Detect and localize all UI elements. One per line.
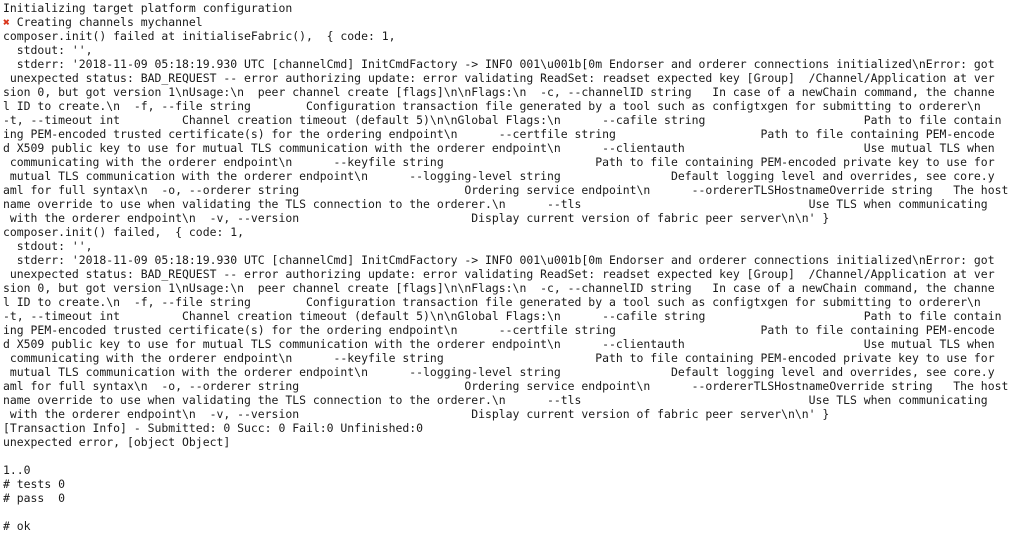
terminal-line: mutual TLS communication with the ordere… <box>3 169 1016 183</box>
terminal-line-text: unexpected error, [object Object] <box>3 435 231 449</box>
terminal-line: sion 0, but got version 1\nUsage:\n peer… <box>3 85 1016 99</box>
terminal-line-text: composer.init() failed at initialiseFabr… <box>3 29 396 43</box>
terminal-line-text: stdout: '', <box>3 239 93 253</box>
terminal-line: ing PEM-encoded trusted certificate(s) f… <box>3 127 1016 141</box>
terminal-line-text: l ID to create.\n -f, --file string Conf… <box>3 99 981 113</box>
terminal-line-text: d X509 public key to use for mutual TLS … <box>3 337 995 351</box>
terminal-line-text: -t, --timeout int Channel creation timeo… <box>3 113 1002 127</box>
terminal-line-text: 1..0 <box>3 463 31 477</box>
terminal-line-text: communicating with the orderer endpoint\… <box>3 155 995 169</box>
terminal-line-text: stdout: '', <box>3 43 93 57</box>
terminal-line-text: Initializing target platform configurati… <box>3 1 293 15</box>
terminal-line: with the orderer endpoint\n -v, --versio… <box>3 211 1016 225</box>
terminal-line-text: Creating channels mychannel <box>9 15 203 29</box>
terminal-line-text: # tests 0 <box>3 477 65 491</box>
terminal-line-text: [Transaction Info] - Submitted: 0 Succ: … <box>3 421 424 435</box>
terminal-line: # pass 0 <box>3 491 1016 505</box>
terminal-line-text: with the orderer endpoint\n -v, --versio… <box>3 407 830 421</box>
terminal-line: # ok <box>3 519 1016 533</box>
terminal-line: stderr: '2018-11-09 05:18:19.930 UTC [ch… <box>3 57 1016 71</box>
terminal-line: d X509 public key to use for mutual TLS … <box>3 337 1016 351</box>
terminal-line: communicating with the orderer endpoint\… <box>3 155 1016 169</box>
terminal-line-text: communicating with the orderer endpoint\… <box>3 351 995 365</box>
terminal-line-text: # ok <box>3 519 31 533</box>
terminal-line-text: aml for full syntax\n -o, --orderer stri… <box>3 379 1009 393</box>
terminal-line-text: l ID to create.\n -f, --file string Conf… <box>3 295 981 309</box>
terminal-line: d X509 public key to use for mutual TLS … <box>3 141 1016 155</box>
terminal-line: unexpected status: BAD_REQUEST -- error … <box>3 267 1016 281</box>
terminal-line: composer.init() failed, { code: 1, <box>3 225 1016 239</box>
terminal-line-text: with the orderer endpoint\n -v, --versio… <box>3 211 830 225</box>
terminal-line-text: ing PEM-encoded trusted certificate(s) f… <box>3 323 995 337</box>
terminal-line: ✖ Creating channels mychannel <box>3 15 1016 29</box>
terminal-line: with the orderer endpoint\n -v, --versio… <box>3 407 1016 421</box>
terminal-output[interactable]: Initializing target platform configurati… <box>0 0 1016 536</box>
terminal-line: l ID to create.\n -f, --file string Conf… <box>3 295 1016 309</box>
terminal-line: stdout: '', <box>3 43 1016 57</box>
terminal-line-text: stderr: '2018-11-09 05:18:19.930 UTC [ch… <box>3 57 995 71</box>
terminal-line: aml for full syntax\n -o, --orderer stri… <box>3 183 1016 197</box>
terminal-line-text: ing PEM-encoded trusted certificate(s) f… <box>3 127 995 141</box>
error-cross-icon: ✖ <box>3 15 10 29</box>
terminal-line: -t, --timeout int Channel creation timeo… <box>3 309 1016 323</box>
terminal-line-text: name override to use when validating the… <box>3 393 988 407</box>
terminal-line-text: unexpected status: BAD_REQUEST -- error … <box>3 267 995 281</box>
terminal-line: unexpected status: BAD_REQUEST -- error … <box>3 71 1016 85</box>
terminal-line: mutual TLS communication with the ordere… <box>3 365 1016 379</box>
terminal-line-text: stderr: '2018-11-09 05:18:19.930 UTC [ch… <box>3 253 995 267</box>
terminal-line: # tests 0 <box>3 477 1016 491</box>
terminal-line: -t, --timeout int Channel creation timeo… <box>3 113 1016 127</box>
terminal-line-text: -t, --timeout int Channel creation timeo… <box>3 309 1002 323</box>
terminal-line: [Transaction Info] - Submitted: 0 Succ: … <box>3 421 1016 435</box>
terminal-line-text: mutual TLS communication with the ordere… <box>3 365 995 379</box>
terminal-line-text: aml for full syntax\n -o, --orderer stri… <box>3 183 1009 197</box>
terminal-line: name override to use when validating the… <box>3 197 1016 211</box>
terminal-line: 1..0 <box>3 463 1016 477</box>
terminal-line-text: unexpected status: BAD_REQUEST -- error … <box>3 71 995 85</box>
terminal-line: stdout: '', <box>3 239 1016 253</box>
terminal-line-text: name override to use when validating the… <box>3 197 988 211</box>
terminal-line: composer.init() failed at initialiseFabr… <box>3 29 1016 43</box>
terminal-line: ing PEM-encoded trusted certificate(s) f… <box>3 323 1016 337</box>
terminal-line: name override to use when validating the… <box>3 393 1016 407</box>
terminal-line-text: d X509 public key to use for mutual TLS … <box>3 141 995 155</box>
terminal-line: communicating with the orderer endpoint\… <box>3 351 1016 365</box>
terminal-line-text: sion 0, but got version 1\nUsage:\n peer… <box>3 85 995 99</box>
terminal-line: Initializing target platform configurati… <box>3 1 1016 15</box>
terminal-line: unexpected error, [object Object] <box>3 435 1016 449</box>
terminal-line: l ID to create.\n -f, --file string Conf… <box>3 99 1016 113</box>
terminal-line-text: sion 0, but got version 1\nUsage:\n peer… <box>3 281 995 295</box>
terminal-line: aml for full syntax\n -o, --orderer stri… <box>3 379 1016 393</box>
terminal-line-text: # pass 0 <box>3 491 65 505</box>
terminal-line-text: composer.init() failed, { code: 1, <box>3 225 245 239</box>
terminal-line: sion 0, but got version 1\nUsage:\n peer… <box>3 281 1016 295</box>
terminal-line: stderr: '2018-11-09 05:18:19.930 UTC [ch… <box>3 253 1016 267</box>
terminal-line-text: mutual TLS communication with the ordere… <box>3 169 995 183</box>
